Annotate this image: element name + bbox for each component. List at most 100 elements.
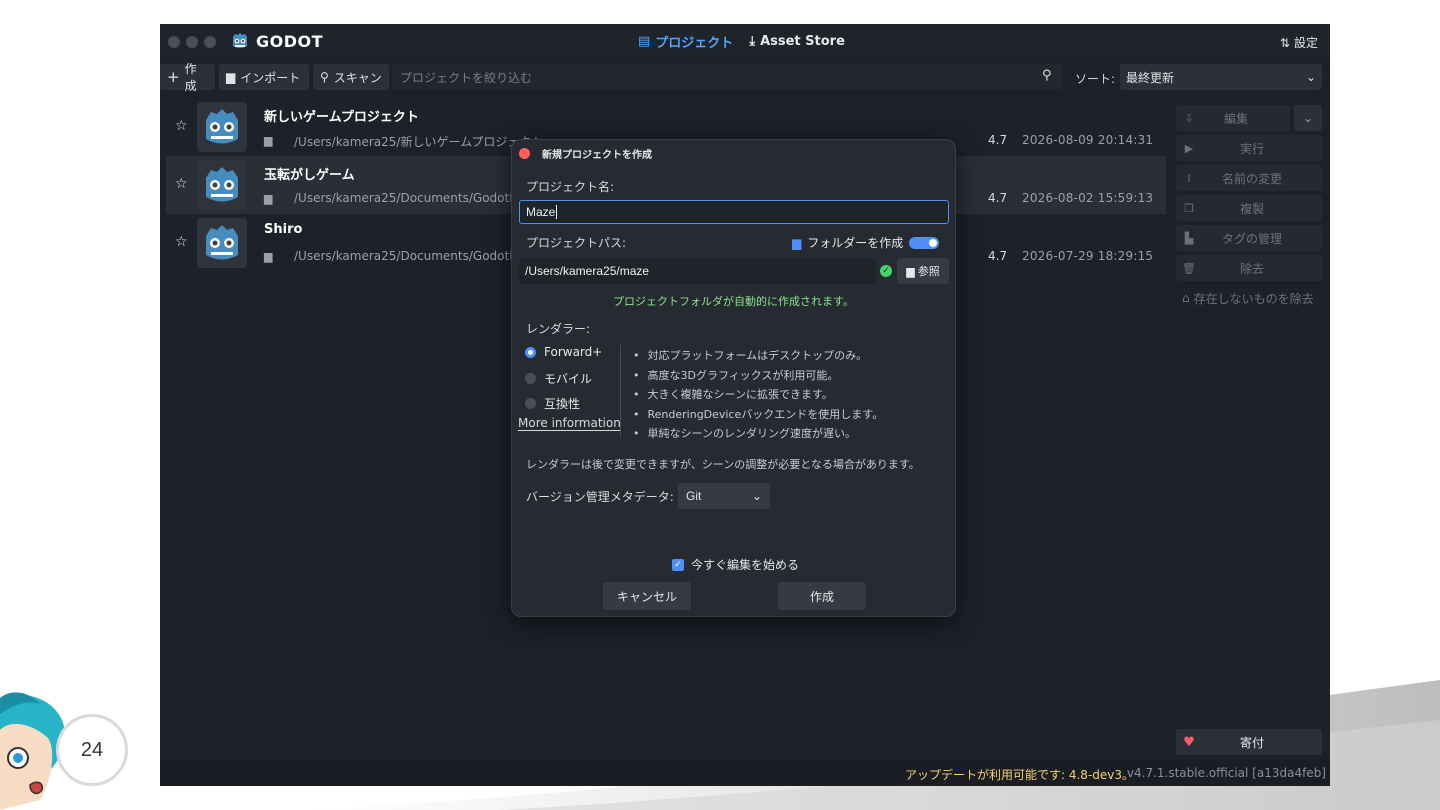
sort-select[interactable]: 最終更新 ⌄	[1120, 64, 1322, 90]
tab-asset-store[interactable]: ⤓ Asset Store	[749, 32, 845, 51]
edit-now-label: 今すぐ編集を始める	[691, 558, 800, 572]
godot-logo-icon	[233, 33, 247, 48]
edit-label: 編集	[1223, 111, 1248, 126]
create-folder-toggle[interactable]: ▆ フォルダーを作成	[792, 234, 940, 251]
project-name-value: Maze	[526, 205, 556, 219]
project-version: 4.7	[988, 249, 1008, 263]
slide: 24 GODOT ▤ プロジェクト ⤓ Asset Store ⇅ 設定 + 作…	[0, 0, 1440, 810]
folder-icon: ▆	[264, 250, 273, 263]
tab-projects[interactable]: ▤ プロジェクト	[638, 32, 733, 51]
rename-label: 名前の変更	[1221, 171, 1282, 186]
godot-brand: GODOT	[230, 31, 323, 51]
window-zoom-button[interactable]	[204, 36, 216, 48]
checkbox-checked-icon: ✓	[672, 558, 684, 571]
window-minimize-button[interactable]	[186, 36, 198, 48]
settings-icon: ⇅	[1279, 35, 1290, 50]
project-path-input[interactable]: /Users/kamera25/maze	[519, 258, 876, 284]
donate-label: 寄付	[1239, 735, 1264, 750]
godot-project-icon	[197, 102, 247, 152]
dialog-close-button[interactable]	[519, 148, 530, 159]
version-label[interactable]: v4.7.1.stable.official [a13da4feb]	[1127, 766, 1326, 780]
vcs-metadata-label: バージョン管理メタデータ:	[526, 490, 674, 504]
project-version: 4.7	[988, 191, 1008, 205]
project-actions-sidebar: ⇩ 編集 ⌄ ▶ 実行 I 名前の変更 ❐ 複製 ▙ タグの管理 🗑 除去 ⌂ …	[1172, 98, 1326, 755]
filter-projects-input[interactable]: プロジェクトを絞り込む	[392, 64, 1062, 90]
vcs-value: Git	[686, 489, 702, 503]
project-name-input[interactable]: Maze	[519, 200, 949, 224]
donate-button[interactable]: ♥ 寄付	[1176, 729, 1322, 755]
broom-icon: ⌂	[1182, 291, 1190, 305]
sort-value: 最終更新	[1126, 70, 1175, 85]
tab-projects-label: プロジェクト	[655, 36, 734, 51]
edit-dropdown-button[interactable]: ⌄	[1294, 105, 1322, 131]
toggle-switch[interactable]	[909, 236, 940, 249]
sort-label: ソート:	[1075, 72, 1116, 86]
folder-icon: ▆	[264, 134, 273, 147]
window-close-button[interactable]	[168, 36, 180, 48]
duplicate-label: 複製	[1239, 201, 1264, 216]
chevron-down-icon: ⌄	[751, 489, 762, 503]
tab-asset-store-label: Asset Store	[760, 34, 845, 49]
create-label: 作成	[809, 589, 834, 604]
settings-button[interactable]: ⇅ 設定	[1280, 34, 1318, 51]
browse-button[interactable]: ▆ 参照	[897, 258, 949, 284]
chevron-down-icon: ⌄	[1302, 111, 1314, 125]
duplicate-button[interactable]: ❐ 複製	[1176, 195, 1322, 221]
project-date: 2026-08-02 15:59:13	[1022, 191, 1154, 205]
favorite-star-icon[interactable]: ☆	[175, 234, 188, 250]
scan-label: スキャン	[333, 70, 382, 85]
create-button[interactable]: 作成	[778, 582, 866, 610]
search-icon: ⚲	[320, 70, 329, 84]
project-name: 新しいゲームプロジェクト	[264, 110, 419, 125]
dialog-title: 新規プロジェクトを作成	[542, 150, 652, 161]
renderer-change-note: レンダラーは後で変更できますが、シーンの調整が必要となる場合があります。	[526, 458, 920, 471]
cancel-button[interactable]: キャンセル	[603, 582, 691, 610]
download-icon: ⤓	[749, 34, 756, 49]
godot-project-icon	[197, 218, 247, 268]
remove-missing-button[interactable]: ⌂ 存在しないものを除去	[1176, 287, 1326, 309]
duplicate-icon: ❐	[1184, 201, 1194, 215]
main-tabs: ▤ プロジェクト ⤓ Asset Store	[638, 32, 845, 51]
create-project-button[interactable]: + 作成	[160, 62, 215, 93]
renderer-label: レンダラー:	[526, 322, 591, 336]
tag-icon: ▙	[1184, 231, 1194, 245]
favorite-star-icon[interactable]: ☆	[175, 118, 188, 134]
remove-button[interactable]: 🗑 除去	[1176, 255, 1322, 281]
play-icon: ▶	[1184, 141, 1194, 155]
edit-button[interactable]: ⇩ 編集	[1176, 105, 1290, 131]
run-label: 実行	[1239, 141, 1264, 156]
page-number: 24	[56, 714, 128, 786]
auto-folder-note: プロジェクトフォルダが自動的に作成されます。	[613, 295, 854, 308]
manage-tags-button[interactable]: ▙ タグの管理	[1176, 225, 1322, 251]
renderer-mobile-radio[interactable]: モバイル	[525, 370, 592, 387]
path-valid-check-icon: ✓	[880, 265, 892, 277]
filter-search-icon: ⚲	[1042, 68, 1052, 83]
more-information-link[interactable]: More information	[518, 416, 621, 430]
update-available-link[interactable]: アップデートが利用可能です: 4.8-dev3。	[905, 766, 1134, 783]
rename-button[interactable]: I 名前の変更	[1176, 165, 1322, 191]
scan-button[interactable]: ⚲ スキャン	[313, 64, 389, 90]
feature-item: 高度な3Dグラフィックスが利用可能。	[633, 366, 883, 386]
create-folder-label: フォルダーを作成	[807, 236, 904, 250]
folder-icon: ▆	[906, 264, 915, 278]
project-date: 2026-07-29 18:29:15	[1022, 249, 1154, 263]
project-path-value: /Users/kamera25/maze	[525, 264, 650, 278]
project-path: /Users/kamera25/Documents/GodotProjects	[294, 249, 544, 263]
edit-icon: ⇩	[1184, 111, 1194, 125]
favorite-star-icon[interactable]: ☆	[175, 176, 188, 192]
remove-missing-label: 存在しないものを除去	[1193, 291, 1314, 306]
dialog-title-bar: 新規プロジェクトを作成	[512, 140, 955, 166]
godot-project-icon	[197, 160, 247, 210]
import-button[interactable]: ▆ インポート	[219, 64, 309, 90]
renderer-compatibility-radio[interactable]: 互換性	[525, 395, 580, 412]
renderer-forward-plus-radio[interactable]: Forward+	[525, 345, 602, 359]
edit-now-checkbox[interactable]: ✓ 今すぐ編集を始める	[672, 556, 799, 573]
project-date: 2026-08-09 20:14:31	[1022, 133, 1154, 147]
text-cursor-icon: I	[1187, 171, 1191, 185]
import-label: インポート	[240, 70, 301, 85]
cancel-label: キャンセル	[616, 589, 677, 604]
radio-unselected-icon	[525, 398, 536, 409]
vcs-metadata-select[interactable]: Git ⌄	[678, 483, 770, 509]
project-path: /Users/kamera25/新しいゲームプロジェクト	[294, 135, 544, 149]
run-button[interactable]: ▶ 実行	[1176, 135, 1322, 161]
